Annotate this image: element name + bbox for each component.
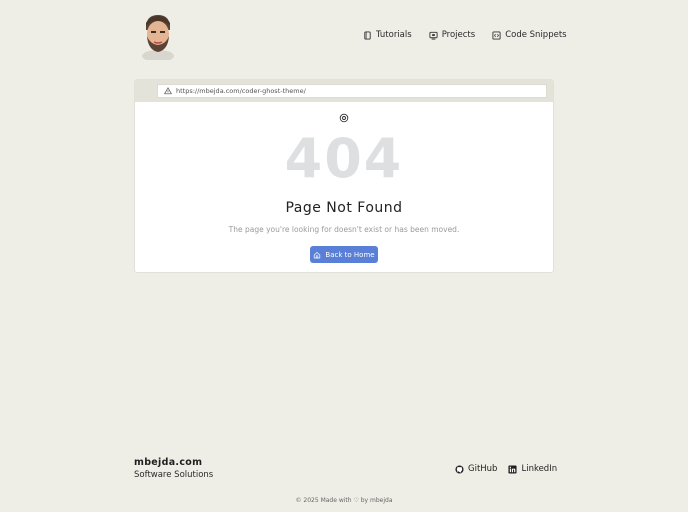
nav-label: Code Snippets bbox=[505, 30, 567, 40]
error-message: The page you're looking for doesn't exis… bbox=[228, 225, 460, 234]
browser-toolbar: https://mbejda.com/coder-ghost-theme/ bbox=[135, 80, 553, 102]
error-code: 404 bbox=[284, 127, 404, 190]
ghost-logo-icon bbox=[339, 113, 349, 123]
code-icon bbox=[492, 30, 501, 40]
button-label: Back to Home bbox=[325, 250, 375, 259]
social-links: GitHub LinkedIn bbox=[455, 464, 557, 474]
back-to-home-button[interactable]: Back to Home bbox=[310, 246, 378, 263]
document-icon bbox=[364, 30, 371, 40]
nav-projects[interactable]: Projects bbox=[429, 30, 476, 40]
nav-tutorials[interactable]: Tutorials bbox=[363, 30, 412, 40]
error-title: Page Not Found bbox=[285, 200, 403, 216]
github-link[interactable]: GitHub bbox=[455, 464, 497, 474]
address-bar[interactable]: https://mbejda.com/coder-ghost-theme/ bbox=[157, 84, 547, 98]
nav-label: Tutorials bbox=[376, 30, 412, 40]
linkedin-icon bbox=[508, 464, 518, 474]
linkedin-label: LinkedIn bbox=[521, 464, 558, 474]
main-nav: Tutorials Projects Code Snippets bbox=[363, 30, 567, 40]
linkedin-link[interactable]: LinkedIn bbox=[508, 464, 557, 474]
github-icon bbox=[455, 464, 464, 474]
brand-tagline: Software Solutions bbox=[134, 470, 214, 480]
monitor-icon bbox=[429, 31, 438, 40]
nav-code-snippets[interactable]: Code Snippets bbox=[492, 30, 567, 40]
page: Tutorials Projects Code Snippets https:/… bbox=[0, 0, 688, 512]
brand-name: mbejda.com bbox=[134, 457, 203, 468]
copyright-text: © 2025 Made with ♡ by mbejda bbox=[295, 497, 393, 504]
error-content: 404 Page Not Found The page you're looki… bbox=[135, 102, 553, 272]
avatar[interactable] bbox=[138, 12, 178, 62]
github-label: GitHub bbox=[468, 464, 498, 474]
url-text: https://mbejda.com/coder-ghost-theme/ bbox=[176, 87, 306, 95]
nav-label: Projects bbox=[441, 30, 476, 40]
browser-window: https://mbejda.com/coder-ghost-theme/ 40… bbox=[134, 79, 554, 273]
warning-icon bbox=[164, 87, 172, 95]
footer-brand: mbejda.com Software Solutions bbox=[134, 457, 213, 480]
home-icon bbox=[314, 251, 321, 258]
